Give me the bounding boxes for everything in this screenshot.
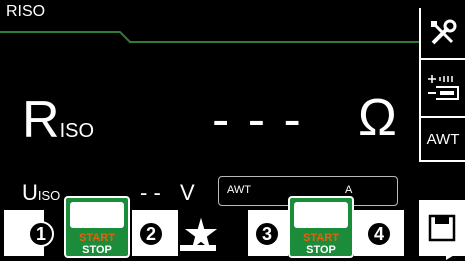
resistance-unit: Ω [358, 89, 397, 147]
step-4-badge: 4 [366, 221, 392, 247]
riso-symbol: RISO [22, 91, 95, 149]
header-underline [0, 31, 420, 43]
probe-button[interactable] [419, 60, 465, 118]
awt-field-label: AWT [227, 184, 252, 196]
settings-button[interactable] [419, 8, 465, 60]
sidebar-awt-label: AWT [426, 130, 460, 148]
voltage-value: - - [140, 180, 161, 205]
sidebar-item-awt[interactable]: AWT [419, 118, 465, 162]
start-stop-button-1[interactable]: START STOP [64, 196, 130, 258]
start-stop-button-2[interactable]: START STOP [288, 196, 354, 258]
star-transfer-icon [179, 210, 223, 255]
voltage-unit: V [180, 180, 195, 205]
uiso-symbol: UISO [22, 180, 61, 205]
start-button-display [294, 202, 348, 228]
start-button-display [70, 202, 124, 228]
tools-icon [431, 19, 457, 45]
resistance-value: - - - [212, 91, 303, 149]
probe-icon [428, 75, 459, 100]
arrow-right-icon [420, 242, 464, 260]
step-3-badge: 3 [254, 221, 280, 247]
step-1-badge: 1 [28, 221, 54, 247]
awt-field-unit: A [345, 184, 353, 196]
step-2-badge: 2 [138, 221, 164, 247]
